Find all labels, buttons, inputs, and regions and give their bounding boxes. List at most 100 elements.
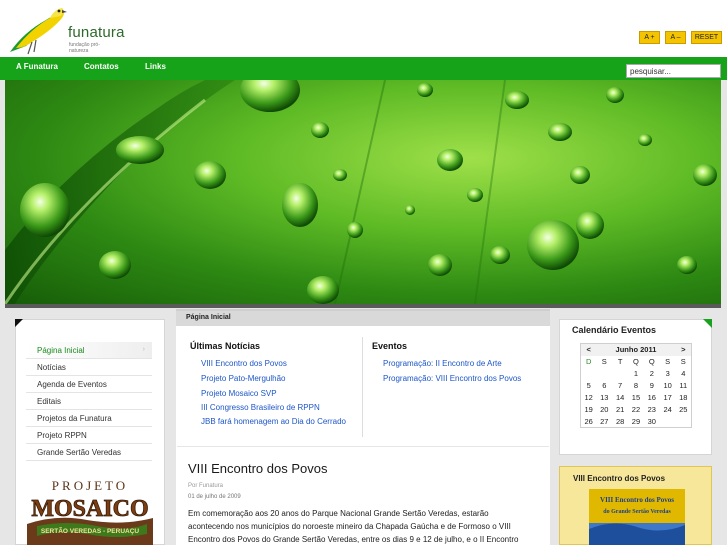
banner-divider <box>5 304 721 308</box>
calendar-day[interactable]: 2 <box>644 368 660 380</box>
sidebar-item-grande-sertao-veredas[interactable]: Grande Sertão Veredas <box>26 444 152 461</box>
article-text-line: acontecendo nos municípios do noroeste m… <box>188 522 511 531</box>
column-divider <box>362 337 363 437</box>
calendar-prev-button[interactable]: < <box>580 343 597 356</box>
hero-banner <box>5 80 721 304</box>
featured-event-poster[interactable]: VIII Encontro dos Povos do Grande Sertão… <box>589 489 685 545</box>
font-decrease-button[interactable]: A – <box>665 31 686 44</box>
sidebar-item-label: Agenda de Eventos <box>37 380 107 389</box>
sidebar-item-label: Projeto RPPN <box>37 431 87 440</box>
calendar-day[interactable]: 10 <box>660 380 676 392</box>
mosaico-bottom-text: SERTÃO VEREDAS - PERUAÇU <box>41 526 140 535</box>
calendar-day[interactable]: 20 <box>596 404 612 416</box>
mosaico-main-text: MOSAICO <box>31 496 148 522</box>
weekday-label: S <box>680 357 686 366</box>
poster-subtitle-line: do Grande Sertão Veredas <box>603 509 671 515</box>
poster-title-line: VIII Encontro dos Povos <box>600 496 674 504</box>
article-text-line: Em comemoração aos 20 anos do Parque Nac… <box>188 509 489 518</box>
calendar-day[interactable]: 3 <box>660 368 676 380</box>
calendar-month: Junho 2011 <box>596 343 676 356</box>
news-link[interactable]: Projeto Mosaico SVP <box>201 389 277 398</box>
calendar-title: Calendário Eventos <box>572 325 657 335</box>
funatura-logo[interactable]: funatura fundação pró-natureza <box>6 2 124 56</box>
calendar-day[interactable]: 7 <box>612 380 628 392</box>
breadcrumb: Página Inicial <box>176 309 550 326</box>
sidebar-item-projetos-da-funatura[interactable]: Projetos da Funatura <box>26 410 152 427</box>
calendar-day <box>581 368 597 380</box>
calendar-day[interactable]: 17 <box>660 392 676 404</box>
weekday-label: T <box>617 357 623 366</box>
calendar-day[interactable]: 4 <box>676 368 692 380</box>
calendar-day[interactable]: 8 <box>628 380 644 392</box>
font-reset-button[interactable]: RESET <box>691 31 722 44</box>
calendar-day <box>612 368 628 380</box>
search-input[interactable] <box>626 64 721 78</box>
weekday-label: Q <box>648 357 655 366</box>
article-author: Por Funatura <box>188 483 224 489</box>
weekday-label: Q <box>633 357 639 366</box>
sidebar-item-noticias[interactable]: Notícias <box>26 359 152 376</box>
calendar-day <box>596 368 612 380</box>
calendar-day[interactable]: 9 <box>644 380 660 392</box>
calendar-day[interactable]: 12 <box>581 392 597 404</box>
calendar-day[interactable]: 18 <box>676 392 692 404</box>
featured-event-title[interactable]: VIII Encontro dos Povos <box>573 474 665 483</box>
calendar-day[interactable]: 21 <box>612 404 628 416</box>
sidebar-item-agenda-de-eventos[interactable]: Agenda de Eventos <box>26 376 152 393</box>
event-link[interactable]: Programação: II Encontro de Arte <box>383 359 502 368</box>
sidebar-item-label: Editais <box>37 397 62 406</box>
calendar-day[interactable]: 28 <box>612 416 628 428</box>
latest-news-title: Últimas Notícias <box>190 341 261 351</box>
news-link[interactable]: JBB fará homenagem ao Dia do Cerrado <box>201 417 346 426</box>
sidebar-item-pagina-inicial[interactable]: Página Inicial › <box>26 342 152 359</box>
calendar-day[interactable]: 16 <box>644 392 660 404</box>
calendar-day[interactable]: 24 <box>660 404 676 416</box>
nav-contatos[interactable]: Contatos <box>84 62 119 71</box>
font-increase-button[interactable]: A + <box>639 31 660 44</box>
weekday-label: S <box>601 357 607 366</box>
calendar-day[interactable]: 25 <box>676 404 692 416</box>
calendar-day[interactable]: 1 <box>628 368 644 380</box>
corner-decoration <box>15 319 23 327</box>
article-text-line: Encontro dos Povos do Grande Sertão Vere… <box>188 535 519 544</box>
calendar-day <box>660 416 676 428</box>
calendar-day[interactable]: 19 <box>581 404 597 416</box>
calendar-day[interactable]: 13 <box>596 392 612 404</box>
calendar-day[interactable]: 15 <box>628 392 644 404</box>
bird-icon <box>10 8 67 55</box>
article-date: 01 de julho de 2009 <box>188 494 241 500</box>
weekday-label: D <box>585 357 592 366</box>
calendar-day[interactable]: 27 <box>596 416 612 428</box>
calendar-day[interactable]: 11 <box>676 380 692 392</box>
calendar-day[interactable]: 30 <box>644 416 660 428</box>
news-link[interactable]: Projeto Pato-Mergulhão <box>201 374 286 383</box>
nav-a-funatura[interactable]: A Funatura <box>16 62 58 71</box>
corner-decoration <box>703 319 712 328</box>
calendar-day[interactable]: 6 <box>596 380 612 392</box>
sidebar-item-editais[interactable]: Editais <box>26 393 152 410</box>
mosaico-top-text: PROJETO <box>52 478 128 493</box>
news-link[interactable]: VIII Encontro dos Povos <box>201 359 287 368</box>
sidebar-item-label: Notícias <box>37 363 66 372</box>
event-link[interactable]: Programação: VIII Encontro dos Povos <box>383 374 521 383</box>
site-header: funatura fundação pró-natureza A + A – R… <box>0 0 727 57</box>
calendar-day <box>676 416 692 428</box>
chevron-right-icon: › <box>142 346 145 353</box>
sidebar-item-projeto-rppn[interactable]: Projeto RPPN <box>26 427 152 444</box>
sidebar-item-label: Grande Sertão Veredas <box>37 448 122 457</box>
sidebar-item-label: Página Inicial <box>37 346 85 355</box>
calendar-day[interactable]: 22 <box>628 404 644 416</box>
nav-links[interactable]: Links <box>145 62 166 71</box>
logo-wordmark: funatura <box>68 24 125 41</box>
projeto-mosaico-banner[interactable]: PROJETO MOSAICO SERTÃO VEREDAS - PERUAÇU <box>27 474 153 545</box>
calendar-day[interactable]: 14 <box>612 392 628 404</box>
logo-tagline: fundação pró-natureza <box>69 42 100 54</box>
mosaico-logo-image: PROJETO MOSAICO SERTÃO VEREDAS - PERUAÇU <box>27 478 153 545</box>
calendar-day[interactable]: 5 <box>581 380 597 392</box>
calendar-day[interactable]: 29 <box>628 416 644 428</box>
calendar-day[interactable]: 26 <box>581 416 597 428</box>
calendar-next-button[interactable]: > <box>675 343 692 356</box>
news-link[interactable]: III Congresso Brasileiro de RPPN <box>201 403 320 412</box>
calendar-day[interactable]: 23 <box>644 404 660 416</box>
article-title[interactable]: VIII Encontro dos Povos <box>188 461 327 476</box>
